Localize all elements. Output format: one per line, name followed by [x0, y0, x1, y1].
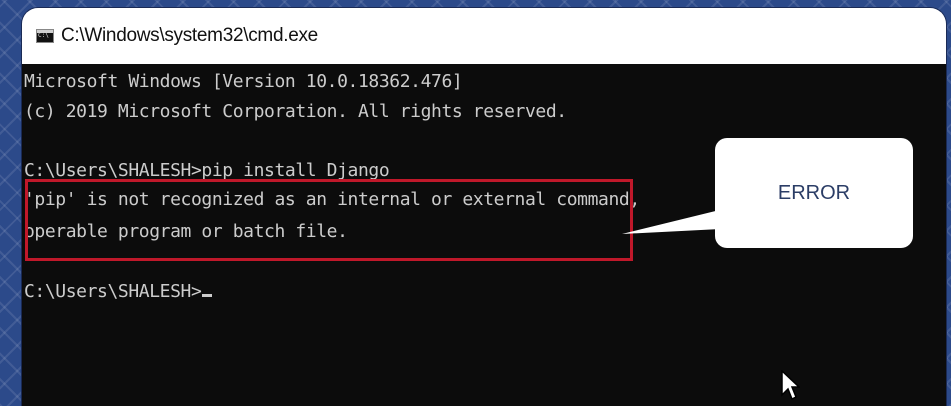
mouse-pointer-icon [781, 370, 800, 401]
cmd-icon: C:\ [36, 29, 54, 43]
console-line-version: Microsoft Windows [Version 10.0.18362.47… [24, 71, 463, 92]
console-line-copyright: (c) 2019 Microsoft Corporation. All righ… [24, 101, 567, 122]
callout-label: ERROR [777, 181, 851, 204]
error-callout: ERROR [715, 138, 913, 248]
window-title: C:\Windows\system32\cmd.exe [61, 25, 318, 46]
error-highlight-box [25, 179, 633, 261]
prompt-text: C:\Users\SHALESH> [24, 281, 202, 302]
console-line-prompt[interactable]: C:\Users\SHALESH> [24, 280, 213, 304]
title-bar[interactable]: C:\ C:\Windows\system32\cmd.exe [22, 8, 946, 64]
text-cursor [202, 294, 213, 297]
